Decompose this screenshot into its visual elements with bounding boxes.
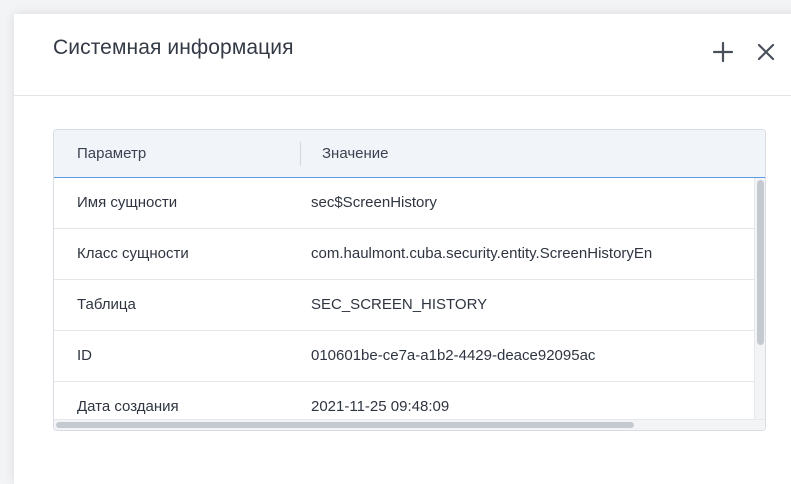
table-row[interactable]: Дата создания 2021-11-25 09:48:09 — [54, 382, 765, 420]
param-cell: Дата создания — [77, 398, 179, 415]
value-cell: 2021-11-25 09:48:09 — [311, 398, 450, 415]
param-cell: ID — [77, 347, 92, 364]
table-row[interactable]: Класс сущности com.haulmont.cuba.securit… — [54, 229, 765, 280]
table-row[interactable]: Имя сущности sec$ScreenHistory — [54, 178, 765, 229]
system-info-table: Параметр Значение Имя сущности sec$Scree… — [53, 129, 766, 431]
table-body: Имя сущности sec$ScreenHistory Класс сущ… — [54, 178, 765, 420]
column-divider[interactable] — [300, 142, 301, 166]
close-icon — [757, 43, 775, 61]
param-cell: Имя сущности — [77, 194, 178, 211]
param-cell: Класс сущности — [77, 245, 189, 262]
value-cell: sec$ScreenHistory — [311, 194, 437, 211]
plus-icon — [712, 41, 734, 63]
table-row[interactable]: Таблица SEC_SCREEN_HISTORY — [54, 280, 765, 331]
table-header: Параметр Значение — [54, 130, 765, 178]
system-info-dialog: Системная информация Параметр Значение И… — [14, 14, 791, 484]
dialog-header: Системная информация — [14, 14, 791, 96]
horizontal-scrollbar-thumb[interactable] — [56, 422, 634, 428]
column-header-value[interactable]: Значение — [322, 130, 389, 177]
vertical-scrollbar-thumb[interactable] — [757, 180, 764, 345]
column-header-parameter[interactable]: Параметр — [77, 130, 146, 177]
close-button[interactable] — [754, 40, 778, 64]
maximize-button[interactable] — [711, 40, 735, 64]
dialog-title: Системная информация — [53, 36, 294, 59]
value-cell: SEC_SCREEN_HISTORY — [311, 296, 488, 313]
value-cell: 010601be-ce7a-a1b2-4429-deace92095ac — [311, 347, 596, 364]
vertical-scrollbar[interactable] — [754, 178, 765, 420]
horizontal-scrollbar[interactable] — [54, 419, 765, 430]
value-cell: com.haulmont.cuba.security.entity.Screen… — [311, 245, 653, 262]
table-row[interactable]: ID 010601be-ce7a-a1b2-4429-deace92095ac — [54, 331, 765, 382]
param-cell: Таблица — [77, 296, 136, 313]
